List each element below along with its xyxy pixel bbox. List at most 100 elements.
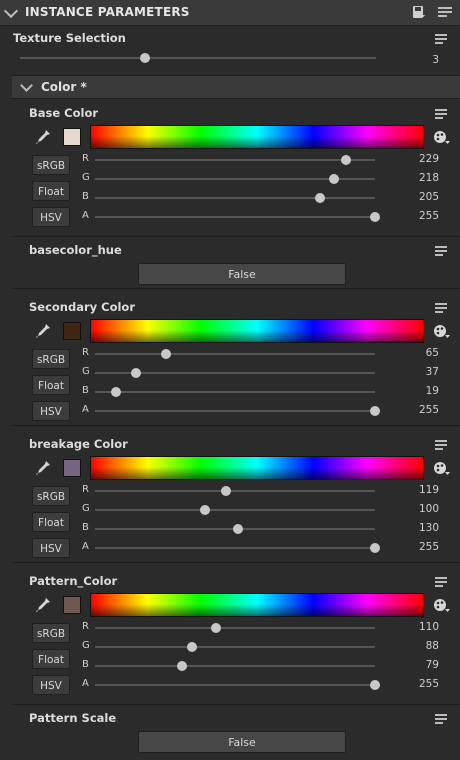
options-menu-icon[interactable] — [435, 109, 449, 121]
channel-label: B — [82, 522, 89, 533]
color-palette-icon[interactable] — [433, 461, 451, 477]
color-palette-icon[interactable] — [433, 130, 451, 146]
channel-label: R — [82, 484, 89, 495]
channel-value[interactable]: 255 — [399, 404, 439, 416]
collapse-chevron-icon[interactable] — [3, 3, 19, 19]
eyedropper-icon[interactable] — [35, 129, 51, 145]
channel-slider-thumb[interactable] — [210, 623, 221, 633]
channel-label: A — [82, 678, 89, 689]
channel-value[interactable]: 119 — [399, 484, 439, 496]
channel-slider-track[interactable] — [95, 509, 375, 511]
channel-value[interactable]: 255 — [399, 210, 439, 222]
channel-slider-thumb[interactable] — [329, 174, 340, 184]
float-button[interactable]: Float — [32, 512, 70, 532]
channel-value[interactable]: 79 — [399, 659, 439, 671]
srgb-button[interactable]: sRGB — [32, 486, 70, 506]
channel-value[interactable]: 205 — [399, 191, 439, 203]
color-spectrum-picker[interactable] — [90, 319, 424, 343]
channel-value[interactable]: 100 — [399, 503, 439, 515]
channel-slider-thumb[interactable] — [315, 193, 326, 203]
color-swatch[interactable] — [63, 128, 81, 146]
channel-value[interactable]: 229 — [399, 153, 439, 165]
channel-slider-thumb[interactable] — [370, 543, 380, 553]
channel-value[interactable]: 255 — [399, 678, 439, 690]
channel-label: R — [82, 621, 89, 632]
color-spectrum-picker[interactable] — [90, 456, 424, 480]
panel-title: INSTANCE PARAMETERS — [25, 5, 190, 19]
channel-slider-thumb[interactable] — [161, 349, 172, 359]
eyedropper-icon[interactable] — [35, 597, 51, 613]
texture-selection-slider-thumb[interactable] — [139, 53, 150, 63]
channel-slider-track[interactable] — [95, 159, 375, 161]
channel-slider-thumb[interactable] — [220, 486, 231, 496]
channel-slider-thumb[interactable] — [370, 680, 380, 690]
channel-slider-track[interactable] — [95, 216, 375, 218]
color-swatch[interactable] — [63, 322, 81, 340]
channel-value[interactable]: 218 — [399, 172, 439, 184]
options-menu-icon[interactable] — [435, 577, 449, 589]
pattern-scale-toggle[interactable]: False — [138, 731, 346, 753]
channel-slider-thumb[interactable] — [110, 387, 121, 397]
color-swatch[interactable] — [63, 596, 81, 614]
options-menu-icon[interactable] — [435, 34, 449, 46]
channel-value[interactable]: 88 — [399, 640, 439, 652]
channel-slider-thumb[interactable] — [370, 212, 380, 222]
hsv-button[interactable]: HSV — [32, 538, 70, 558]
channel-slider-track[interactable] — [95, 646, 375, 648]
srgb-button[interactable]: sRGB — [32, 349, 70, 369]
channel-slider-thumb[interactable] — [232, 524, 243, 534]
channel-value[interactable]: 65 — [399, 347, 439, 359]
color-spectrum-picker[interactable] — [90, 593, 424, 617]
basecolor-hue-toggle[interactable]: False — [138, 263, 346, 285]
channel-slider-track[interactable] — [95, 665, 375, 667]
save-preset-icon[interactable] — [412, 5, 426, 19]
options-menu-icon[interactable] — [435, 303, 449, 315]
float-button[interactable]: Float — [32, 181, 70, 201]
hsv-button[interactable]: HSV — [32, 207, 70, 227]
texture-selection-slider-track[interactable] — [20, 57, 376, 59]
channel-slider-track[interactable] — [95, 197, 375, 199]
channel-label: A — [82, 210, 89, 221]
channel-value[interactable]: 19 — [399, 385, 439, 397]
options-menu-icon[interactable] — [435, 440, 449, 452]
color-palette-icon[interactable] — [433, 598, 451, 614]
color-palette-icon[interactable] — [433, 324, 451, 340]
srgb-button[interactable]: sRGB — [32, 623, 70, 643]
channel-slider-track[interactable] — [95, 684, 375, 686]
channel-slider-track[interactable] — [95, 353, 375, 355]
channel-label: G — [82, 172, 90, 183]
channel-slider-track[interactable] — [95, 410, 375, 412]
channel-value[interactable]: 37 — [399, 366, 439, 378]
channel-slider-thumb[interactable] — [186, 642, 197, 652]
eyedropper-icon[interactable] — [35, 323, 51, 339]
color-spectrum-picker[interactable] — [90, 125, 424, 149]
collapse-chevron-icon — [20, 79, 33, 92]
channel-slider-thumb[interactable] — [130, 368, 141, 378]
channel-slider-thumb[interactable] — [199, 505, 210, 515]
channel-slider-thumb[interactable] — [341, 155, 352, 165]
channel-value[interactable]: 255 — [399, 541, 439, 553]
channel-value[interactable]: 110 — [399, 621, 439, 633]
eyedropper-icon[interactable] — [35, 460, 51, 476]
hsv-button[interactable]: HSV — [32, 675, 70, 695]
color-section-header[interactable]: Color * — [12, 75, 460, 99]
channel-slider-thumb[interactable] — [176, 661, 187, 671]
color-swatch[interactable] — [63, 459, 81, 477]
hsv-button[interactable]: HSV — [32, 401, 70, 421]
channel-slider-track[interactable] — [95, 490, 375, 492]
channel-slider-track[interactable] — [95, 627, 375, 629]
channel-slider-track[interactable] — [95, 391, 375, 393]
options-menu-icon[interactable] — [435, 714, 449, 726]
pattern-scale-label: Pattern Scale — [29, 711, 117, 725]
texture-selection-value[interactable]: 3 — [399, 54, 439, 66]
srgb-button[interactable]: sRGB — [32, 155, 70, 175]
float-button[interactable]: Float — [32, 649, 70, 669]
float-button[interactable]: Float — [32, 375, 70, 395]
options-menu-icon[interactable] — [438, 7, 452, 19]
channel-value[interactable]: 130 — [399, 522, 439, 534]
channel-label: B — [82, 191, 89, 202]
color-group-label: Secondary Color — [29, 300, 136, 314]
options-menu-icon[interactable] — [435, 246, 449, 258]
channel-slider-thumb[interactable] — [370, 406, 380, 416]
channel-slider-track[interactable] — [95, 547, 375, 549]
